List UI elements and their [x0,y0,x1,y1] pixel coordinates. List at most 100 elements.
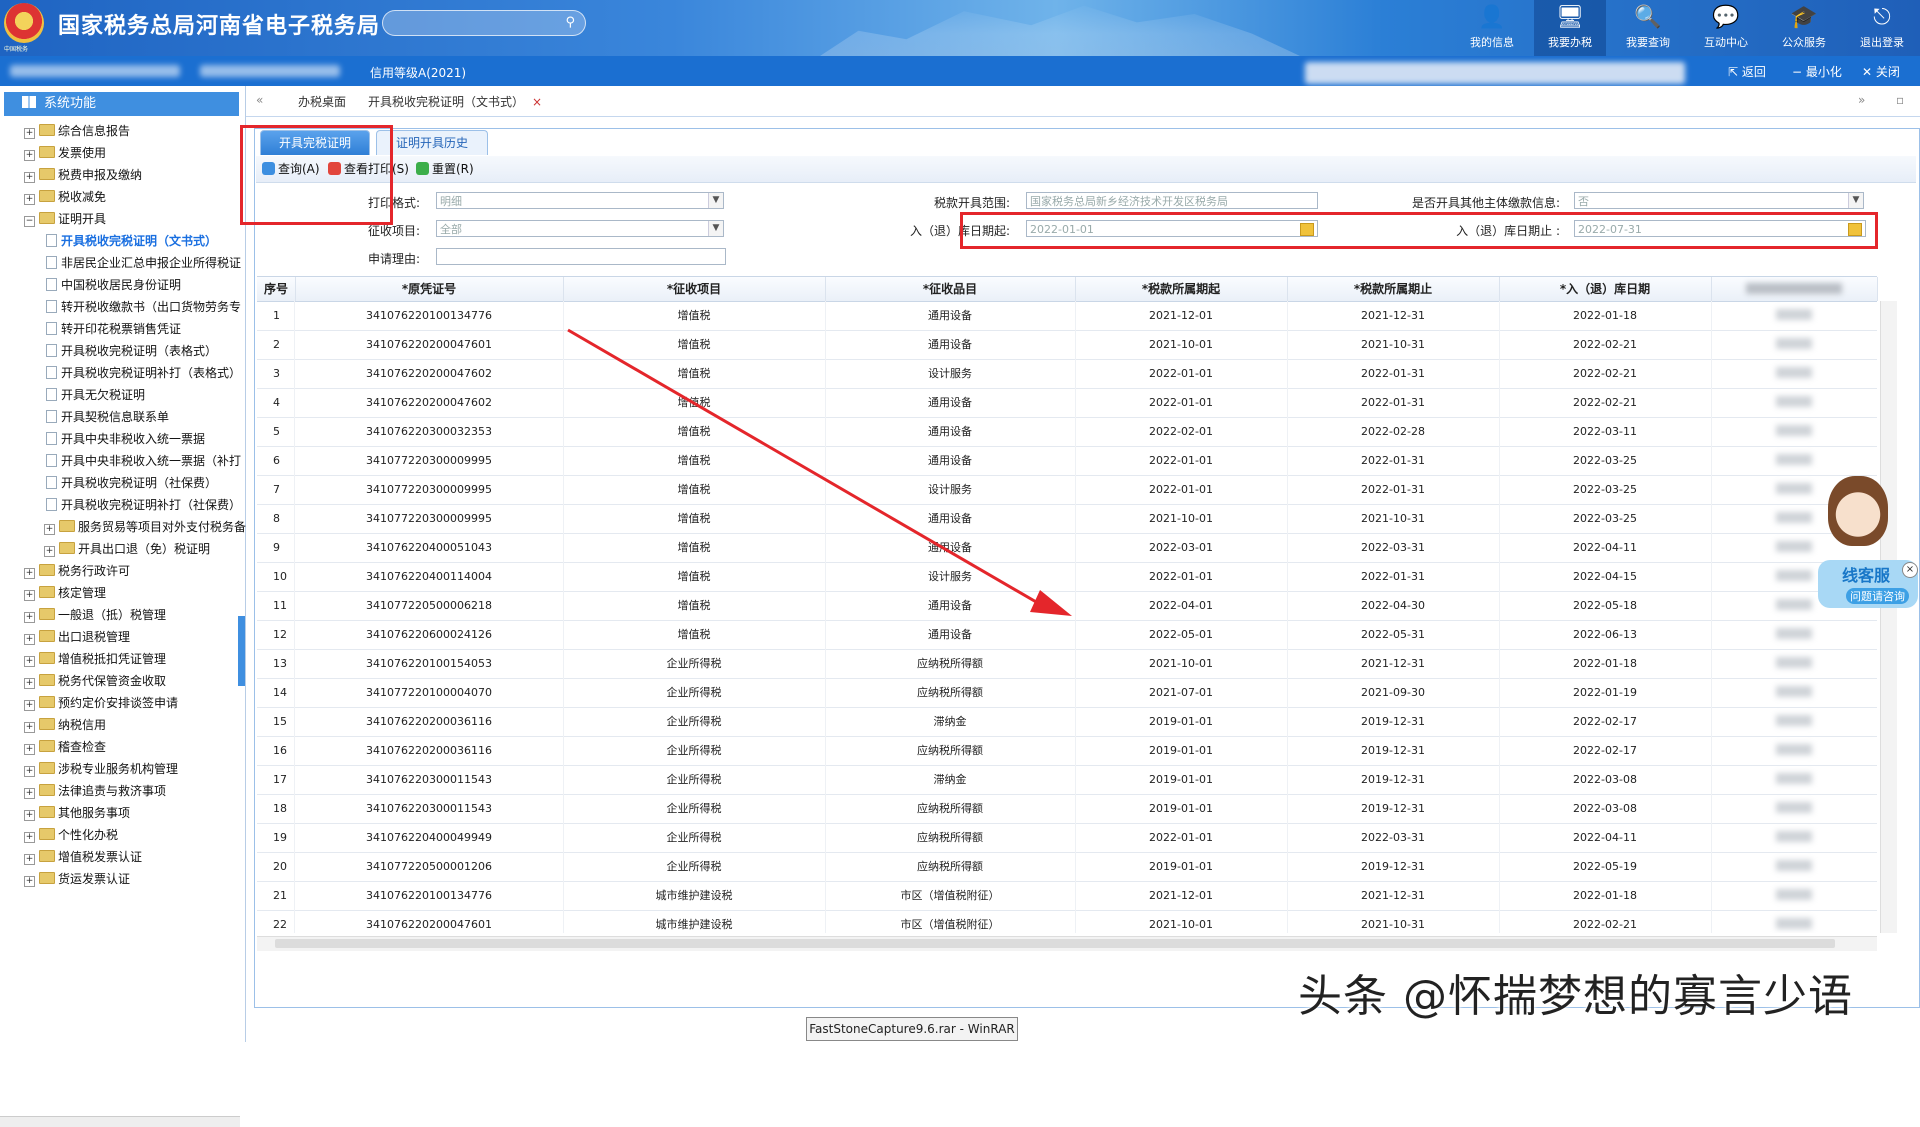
tab-home[interactable]: 办税桌面 [298,93,346,110]
expand-icon[interactable]: + [24,744,35,755]
sidebar-item[interactable]: 转开税收缴款书（出口货物劳务专 [46,296,241,318]
table-row[interactable]: 7 341077220300009995 增值税 设计服务 2022-01-01 2022… [257,475,1877,505]
table-row[interactable]: 17 341076220300011543 企业所得税 滞纳金 2019-01-01 20… [257,765,1877,795]
table-row[interactable]: 14 341077220100004070 企业所得税 应纳税所得额 2021-07-0… [257,678,1877,708]
online-customer-service-widget[interactable]: 线客服 问题请咨询 × [1818,470,1920,625]
sidebar-item[interactable]: + 综合信息报告 [24,120,130,142]
table-row[interactable]: 10 341076220400114004 增值税 设计服务 2022-01-01 202… [257,562,1877,592]
back-button[interactable]: ⇱ 返回 [1728,63,1766,80]
sidebar-item[interactable]: + 税费申报及缴纳 [24,164,142,186]
column-header[interactable]: *税款所属期止 [1287,277,1500,301]
sidebar-item[interactable]: − 证明开具 [24,208,106,230]
expand-icon[interactable]: + [24,128,35,139]
sidebar-item[interactable]: 开具税收完税证明补打（社保费） [46,494,241,516]
table-row[interactable]: 12 341076220600024126 增值税 通用设备 2022-05-01 202… [257,620,1877,650]
expand-icon[interactable]: + [24,766,35,777]
nav-logout[interactable]: ⎋ 退出登录 [1846,0,1918,56]
sidebar-item[interactable]: + 发票使用 [24,142,106,164]
table-row[interactable]: 16 341076220200036116 企业所得税 应纳税所得额 2019-01-0… [257,736,1877,766]
print-format-select[interactable]: 明细 ▼ [436,192,724,209]
sidebar-item[interactable]: + 开具出口退（免）税证明 [44,538,210,560]
sidebar-item[interactable]: + 其他服务事项 [24,802,130,824]
sidebar-item[interactable]: 开具税收完税证明补打（表格式） [46,362,241,384]
table-row[interactable]: 9 341076220400051043 增值税 通用设备 2022-03-01 2022… [257,533,1877,563]
sidebar-item[interactable]: 开具中央非税收入统一票据 [46,428,205,450]
table-row[interactable]: 3 341076220200047602 增值税 设计服务 2022-01-01 2022… [257,359,1877,389]
grid-horizontal-scrollbar[interactable] [257,936,1877,951]
expand-icon[interactable]: + [24,590,35,601]
nav-interaction[interactable]: 💬 互动中心 [1690,0,1762,56]
table-row[interactable]: 22 341076220200047601 城市维护建设税 市区（增值税附征） 2021… [257,910,1877,933]
sidebar-item[interactable]: + 涉税专业服务机构管理 [24,758,178,780]
table-row[interactable]: 21 341076220100134776 城市维护建设税 市区（增值税附征） 2021… [257,881,1877,911]
nav-public-service[interactable]: 🎓 公众服务 [1768,0,1840,56]
expand-icon[interactable]: + [24,832,35,843]
reason-input[interactable] [436,248,726,265]
sidebar-horizontal-scrollbar[interactable] [0,1116,240,1127]
search-icon[interactable]: ⚲ [565,15,575,30]
site-search-input[interactable]: ⚲ [382,10,586,36]
taskbar-winrar-item[interactable]: FastStoneCapture9.6.rar - WinRAR [806,1017,1018,1041]
other-entity-select[interactable]: 否 ▼ [1574,192,1864,209]
column-header[interactable]: *征收项目 [563,277,826,301]
expand-icon[interactable]: + [24,612,35,623]
column-header[interactable]: *入（退）库日期 [1499,277,1712,301]
expand-icon[interactable]: + [24,700,35,711]
chevron-down-icon[interactable]: ▼ [1848,193,1863,208]
sidebar-item[interactable]: + 税务代保管资金收取 [24,670,166,692]
sidebar-item[interactable]: + 税务行政许可 [24,560,130,582]
sidebar-item[interactable]: + 法律追责与救济事项 [24,780,166,802]
column-header[interactable]: *征收品目 [825,277,1076,301]
expand-icon[interactable]: + [24,194,35,205]
nav-query[interactable]: 🔍 我要查询 [1612,0,1684,56]
table-row[interactable]: 15 341076220200036116 企业所得税 滞纳金 2019-01-01 20… [257,707,1877,737]
sidebar-item[interactable]: 开具税收完税证明（表格式） [46,340,217,362]
sidebar-item[interactable]: 开具税收完税证明（社保费） [46,472,217,494]
sidebar-item[interactable]: 开具税收完税证明（文书式） [46,230,217,252]
sidebar-item[interactable]: + 核定管理 [24,582,106,604]
table-row[interactable]: 4 341076220200047602 增值税 通用设备 2022-01-01 2022… [257,388,1877,418]
reset-button[interactable]: 重置(R) [416,160,474,178]
collapse-icon[interactable]: − [24,216,35,227]
sidebar-item[interactable]: + 出口退税管理 [24,626,130,648]
sidebar-collapse-handle[interactable] [238,616,245,686]
sidebar-item[interactable]: + 税收减免 [24,186,106,208]
sidebar-item[interactable]: 开具中央非税收入统一票据（补打 [46,450,241,472]
nav-my-info[interactable]: 👤 我的信息 [1456,0,1528,56]
sidebar-item[interactable]: 转开印花税票销售凭证 [46,318,181,340]
scrollbar-thumb[interactable] [275,939,1835,948]
tab-scroll-right-icon[interactable]: » [1858,93,1865,107]
tab-menu-icon[interactable]: ▫ [1896,93,1904,107]
table-row[interactable]: 19 341076220400049949 企业所得税 应纳税所得额 2022-01-0… [257,823,1877,853]
sidebar-item[interactable]: + 增值税抵扣凭证管理 [24,648,166,670]
chevron-down-icon[interactable]: ▼ [708,193,723,208]
table-row[interactable]: 6 341077220300009995 增值税 通用设备 2022-01-01 2022… [257,446,1877,476]
sidebar-item[interactable]: + 货运发票认证 [24,868,130,890]
tab-current[interactable]: 开具税收完税证明（文书式） × [368,93,542,110]
expand-icon[interactable]: + [24,172,35,183]
table-row[interactable]: 20 341077220500001206 企业所得税 应纳税所得额 2019-01-0… [257,852,1877,882]
expand-icon[interactable]: + [24,876,35,887]
expand-icon[interactable]: + [24,634,35,645]
table-row[interactable]: 2 341076220200047601 增值税 通用设备 2021-10-01 2021… [257,330,1877,360]
service-close-icon[interactable]: × [1902,562,1918,578]
sidebar-item[interactable]: 中国税收居民身份证明 [46,274,181,296]
expand-icon[interactable]: + [24,568,35,579]
sidebar-item[interactable]: 非居民企业汇总申报企业所得税证 [46,252,241,274]
table-row[interactable]: 18 341076220300011543 企业所得税 应纳税所得额 2019-01-0… [257,794,1877,824]
expand-icon[interactable]: + [24,722,35,733]
chevron-down-icon[interactable]: ▼ [708,221,723,236]
expand-icon[interactable]: + [24,810,35,821]
expand-icon[interactable]: + [24,678,35,689]
expand-icon[interactable]: + [24,150,35,161]
column-header[interactable]: *原凭证号 [295,277,564,301]
nav-do-tax[interactable]: 🖥 我要办税 [1534,0,1606,56]
expand-icon[interactable]: + [24,656,35,667]
table-row[interactable]: 13 341076220100154053 企业所得税 应纳税所得额 2021-10-0… [257,649,1877,679]
expand-icon[interactable]: + [24,854,35,865]
tab-close-icon[interactable]: × [532,95,542,109]
table-row[interactable]: 8 341077220300009995 增值税 通用设备 2021-10-01 2021… [257,504,1877,534]
table-row[interactable]: 11 341077220500006218 增值税 通用设备 2022-04-01 202… [257,591,1877,621]
sidebar-item[interactable]: + 预约定价安排谈签申请 [24,692,178,714]
sidebar-item[interactable]: + 增值税发票认证 [24,846,142,868]
